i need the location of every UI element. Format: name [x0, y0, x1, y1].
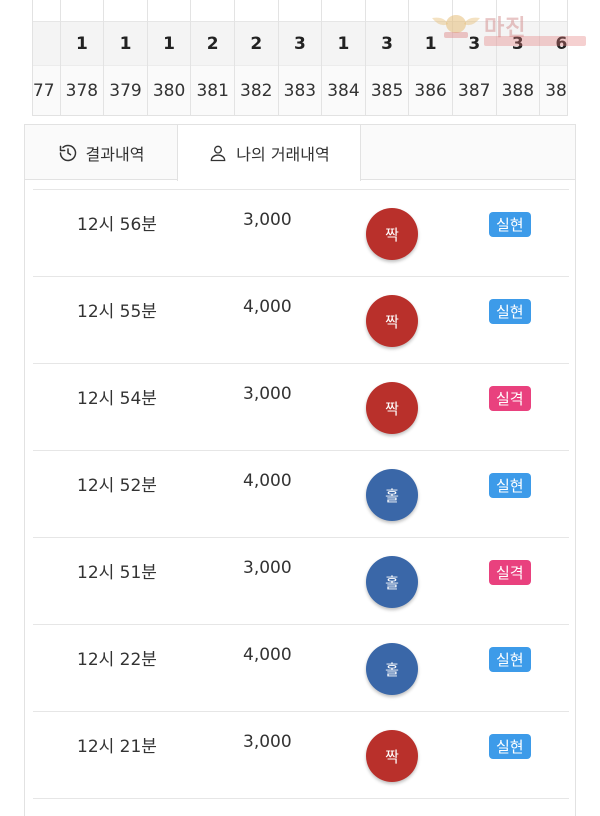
history-cell-blank [409, 0, 452, 22]
history-column: 1 379 [104, 0, 148, 115]
history-column: 1 384 [322, 0, 366, 115]
trade-amount: 3,000 [243, 384, 292, 404]
history-cell-blank [191, 0, 234, 22]
history-count [33, 22, 60, 65]
history-column: 1 386 [409, 0, 453, 115]
pick-chip: 홀 [366, 469, 418, 521]
trade-row: 12시 52분 4,000 홀 실현 [33, 450, 569, 537]
trade-time: 12시 22분 [77, 650, 157, 670]
trade-card: 결과내역 나의 거래내역 12시 56분 3,000 짝 실현 12시 55분 4,000… [24, 124, 576, 816]
history-count: 3 [496, 22, 540, 65]
history-count: 1 [60, 22, 104, 65]
trade-time: 12시 21분 [77, 737, 157, 757]
tab-results-label: 결과내역 [85, 144, 145, 164]
trade-amount: 4,000 [243, 471, 292, 491]
history-column: 3 383 [278, 0, 323, 115]
pick-chip: 짝 [366, 208, 418, 260]
trade-row: 12시 54분 3,000 짝 실격 [33, 363, 569, 450]
trade-amount: 3,000 [243, 732, 292, 752]
history-round: 377 [33, 65, 60, 115]
history-round: 380 [147, 65, 191, 115]
history-count: 2 [234, 22, 278, 65]
history-round: 387 [452, 65, 496, 115]
result-badge: 실현 [489, 299, 531, 324]
history-count: 1 [409, 22, 452, 65]
trade-time: 12시 52분 [77, 476, 157, 496]
history-count: 6 [540, 22, 567, 65]
history-column: 3 388 [496, 0, 541, 115]
history-round: 385 [365, 65, 409, 115]
trade-time: 12시 55분 [77, 302, 157, 322]
tab-my-trades[interactable]: 나의 거래내역 [177, 125, 361, 181]
trade-list: 12시 56분 3,000 짝 실현 12시 55분 4,000 짝 실현 12시 54분 3,0… [33, 189, 569, 816]
history-round: 389 [540, 65, 567, 115]
history-round: 382 [234, 65, 278, 115]
history-count: 1 [104, 22, 147, 65]
history-count: 3 [452, 22, 496, 65]
history-cell-blank [496, 0, 540, 22]
history-round: 384 [322, 65, 365, 115]
trade-row: 12시 55분 4,000 짝 실현 [33, 276, 569, 363]
history-round: 379 [104, 65, 147, 115]
history-cell-blank [60, 0, 104, 22]
result-badge: 실격 [489, 560, 531, 585]
pick-chip: 짝 [366, 295, 418, 347]
trade-row: 12시 22분 4,000 홀 실현 [33, 624, 569, 711]
history-round: 381 [191, 65, 234, 115]
result-badge: 실현 [489, 734, 531, 759]
history-column: 1 380 [147, 0, 192, 115]
history-column: 6389 [540, 0, 567, 115]
trade-time: 12시 54분 [77, 389, 157, 409]
pick-chip: 짝 [366, 382, 418, 434]
trade-amount: 3,000 [243, 210, 292, 230]
history-round: 378 [60, 65, 104, 115]
result-badge: 실현 [489, 647, 531, 672]
trade-row: 12시 51분 3,000 홀 실격 [33, 537, 569, 624]
trade-amount: 4,000 [243, 297, 292, 317]
history-round: 386 [409, 65, 452, 115]
history-column: 2 381 [191, 0, 235, 115]
history-cell-blank [365, 0, 409, 22]
history-column: 3 385 [365, 0, 410, 115]
history-icon [59, 144, 76, 161]
history-column: 377 [33, 0, 61, 115]
pick-chip: 홀 [366, 556, 418, 608]
trade-amount: 4,000 [243, 645, 292, 665]
trade-row-partial [33, 798, 569, 816]
trade-amount: 3,000 [243, 558, 292, 578]
history-count: 3 [278, 22, 322, 65]
history-cell-blank [452, 0, 496, 22]
trade-time: 12시 51분 [77, 563, 157, 583]
history-cell-blank [234, 0, 278, 22]
history-cell-blank [540, 0, 567, 22]
history-column: 3 387 [452, 0, 497, 115]
history-count: 1 [147, 22, 191, 65]
history-cell-blank [278, 0, 322, 22]
history-round: 383 [278, 65, 322, 115]
history-grid: 3771378137913802381238233831384338513863… [32, 0, 568, 116]
trade-row: 12시 56분 3,000 짝 실현 [33, 189, 569, 276]
pick-chip: 홀 [366, 643, 418, 695]
history-cell-blank [33, 0, 60, 22]
history-cell-blank [104, 0, 147, 22]
pick-chip: 짝 [366, 730, 418, 782]
history-count: 1 [322, 22, 365, 65]
user-icon [210, 145, 226, 162]
history-round: 388 [496, 65, 540, 115]
history-count: 2 [191, 22, 234, 65]
history-column: 1 378 [60, 0, 105, 115]
trade-time: 12시 56분 [77, 215, 157, 235]
result-badge: 실현 [489, 473, 531, 498]
tab-bar: 결과내역 나의 거래내역 [25, 125, 575, 181]
history-cell-blank [147, 0, 191, 22]
result-badge: 실격 [489, 386, 531, 411]
history-cell-blank [322, 0, 365, 22]
trade-row: 12시 21분 3,000 짝 실현 [33, 711, 569, 798]
tab-results[interactable]: 결과내역 [25, 125, 177, 180]
history-count: 3 [365, 22, 409, 65]
history-column: 2 382 [234, 0, 279, 115]
tab-my-trades-label: 나의 거래내역 [236, 145, 330, 164]
result-badge: 실현 [489, 212, 531, 237]
